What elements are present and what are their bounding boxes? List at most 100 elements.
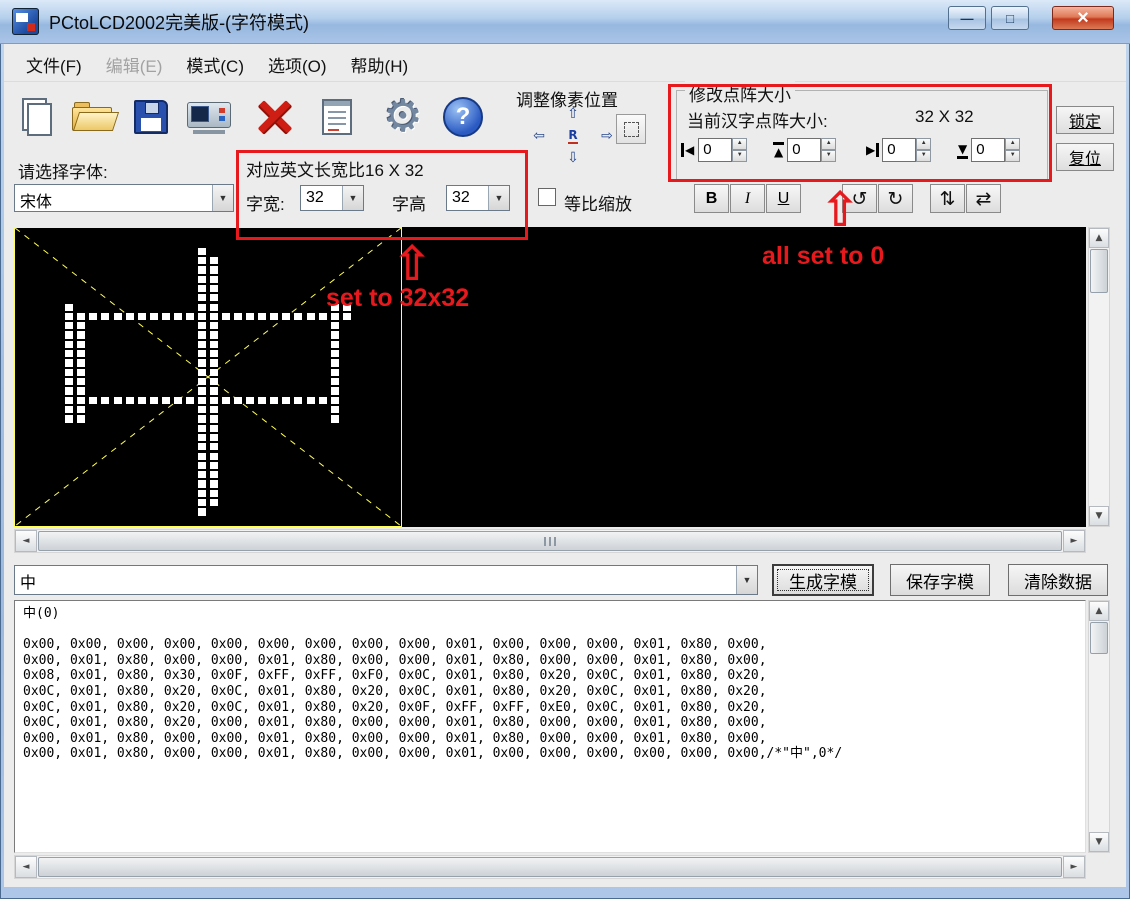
lcd-pixel[interactable] [113, 396, 122, 404]
lcd-pixel[interactable] [210, 322, 219, 330]
canvas-horizontal-scroll-thumb[interactable] [38, 531, 1062, 551]
canvas-scroll-right-button[interactable]: ► [1063, 530, 1085, 552]
lcd-pixel[interactable] [197, 378, 206, 386]
lcd-pixel[interactable] [246, 312, 255, 321]
lcd-pixel[interactable] [137, 312, 146, 321]
lcd-pixel[interactable] [210, 499, 219, 507]
lcd-pixel[interactable] [77, 405, 86, 414]
char-combobox-arrow-icon[interactable]: ▼ [736, 566, 757, 594]
output-vertical-scrollbar[interactable]: ▲ ▼ [1088, 600, 1110, 853]
move-up-button[interactable]: ⇧ [560, 104, 586, 123]
lcd-pixel[interactable] [246, 396, 255, 404]
lcd-pixel[interactable] [210, 443, 219, 451]
output-scroll-right-button[interactable]: ► [1063, 856, 1085, 878]
output-horizontal-scrollbar[interactable]: ◄ ► [14, 855, 1086, 879]
lcd-pixel[interactable] [77, 378, 86, 386]
lcd-pixel[interactable] [210, 266, 219, 274]
lcd-pixel[interactable] [210, 368, 219, 376]
lcd-pixel[interactable] [197, 359, 206, 367]
lcd-canvas[interactable] [14, 227, 1086, 527]
scale-checkbox[interactable] [538, 188, 556, 206]
lcd-pixel[interactable] [197, 284, 206, 293]
lcd-pixel[interactable] [65, 415, 74, 423]
lcd-pixel[interactable] [330, 312, 339, 321]
lcd-pixel[interactable] [282, 312, 291, 321]
lcd-pixel[interactable] [65, 387, 74, 395]
lcd-pixel[interactable] [234, 312, 243, 321]
lcd-pixel[interactable] [197, 294, 206, 302]
rotate-right-button[interactable]: ↻ [878, 184, 913, 213]
lock-button[interactable]: 锁定 [1056, 106, 1114, 134]
lcd-pixel[interactable] [330, 387, 339, 395]
lcd-pixel[interactable] [197, 312, 206, 321]
lcd-pixel[interactable] [210, 256, 219, 265]
minimize-button[interactable]: — [948, 6, 986, 30]
italic-button[interactable]: I [730, 184, 765, 213]
lcd-pixel[interactable] [149, 396, 158, 404]
lcd-pixel[interactable] [101, 396, 110, 404]
char-combobox[interactable]: 中 ▼ [14, 565, 758, 595]
lcd-pixel[interactable] [185, 396, 194, 404]
flip-horizontal-button[interactable]: ⇄ [966, 184, 1001, 213]
lcd-pixel[interactable] [282, 396, 291, 404]
scale-checkbox-label[interactable]: 等比缩放 [564, 190, 632, 215]
lcd-pixel[interactable] [89, 312, 98, 321]
lcd-pixel[interactable] [210, 294, 219, 302]
lcd-pixel[interactable] [197, 350, 206, 358]
reset-position-button[interactable]: R [560, 126, 586, 145]
canvas-scroll-up-button[interactable]: ▲ [1089, 228, 1109, 248]
lcd-pixel[interactable] [210, 471, 219, 479]
canvas-vertical-scroll-thumb[interactable] [1090, 249, 1108, 293]
generate-button[interactable]: 生成字模 [772, 564, 874, 596]
lcd-pixel[interactable] [65, 331, 74, 339]
bold-button[interactable]: B [694, 184, 729, 213]
lcd-pixel[interactable] [210, 378, 219, 386]
lcd-pixel[interactable] [210, 350, 219, 358]
lcd-pixel[interactable] [222, 312, 231, 321]
save-button[interactable] [124, 88, 178, 146]
output-vertical-scroll-thumb[interactable] [1090, 622, 1108, 654]
lcd-pixel[interactable] [197, 452, 206, 460]
lcd-pixel[interactable] [125, 312, 134, 321]
lcd-pixel[interactable] [258, 396, 267, 404]
lcd-pixel[interactable] [330, 331, 339, 339]
lcd-pixel[interactable] [210, 275, 219, 283]
lcd-pixel[interactable] [125, 396, 134, 404]
lcd-pixel[interactable] [197, 275, 206, 283]
lcd-pixel[interactable] [197, 266, 206, 274]
lcd-pixel[interactable] [77, 359, 86, 367]
lcd-pixel[interactable] [222, 396, 231, 404]
lcd-pixel[interactable] [77, 322, 86, 330]
lcd-pixel[interactable] [210, 340, 219, 349]
lcd-pixel[interactable] [234, 396, 243, 404]
help-button[interactable]: ? [436, 88, 490, 146]
lcd-pixel[interactable] [197, 322, 206, 330]
lcd-pixel[interactable] [65, 350, 74, 358]
menu-item-help[interactable]: 帮助(H) [339, 48, 421, 81]
font-combobox[interactable]: 宋体 ▼ [14, 184, 234, 212]
lcd-pixel[interactable] [197, 387, 206, 395]
close-button[interactable]: × [1052, 6, 1114, 30]
lcd-pixel[interactable] [210, 396, 219, 404]
lcd-pixel[interactable] [149, 312, 158, 321]
output-scroll-up-button[interactable]: ▲ [1089, 601, 1109, 621]
lcd-pixel[interactable] [330, 322, 339, 330]
lcd-pixel[interactable] [197, 424, 206, 432]
lcd-pixel[interactable] [330, 359, 339, 367]
lcd-pixel[interactable] [318, 312, 327, 321]
lcd-pixel[interactable] [197, 508, 206, 516]
lcd-pixel[interactable] [77, 350, 86, 358]
lcd-pixel[interactable] [137, 396, 146, 404]
lcd-pixel[interactable] [197, 303, 206, 311]
lcd-pixel[interactable] [210, 405, 219, 414]
lcd-pixel[interactable] [77, 415, 86, 423]
lcd-pixel[interactable] [210, 312, 219, 321]
lcd-pixel[interactable] [210, 461, 219, 470]
lcd-pixel[interactable] [330, 415, 339, 423]
menu-item-options[interactable]: 选项(O) [256, 48, 339, 81]
lcd-pixel[interactable] [342, 312, 351, 321]
lcd-pixel[interactable] [210, 452, 219, 460]
lcd-pixel[interactable] [65, 322, 74, 330]
lcd-pixel[interactable] [330, 378, 339, 386]
lcd-pixel[interactable] [77, 368, 86, 376]
